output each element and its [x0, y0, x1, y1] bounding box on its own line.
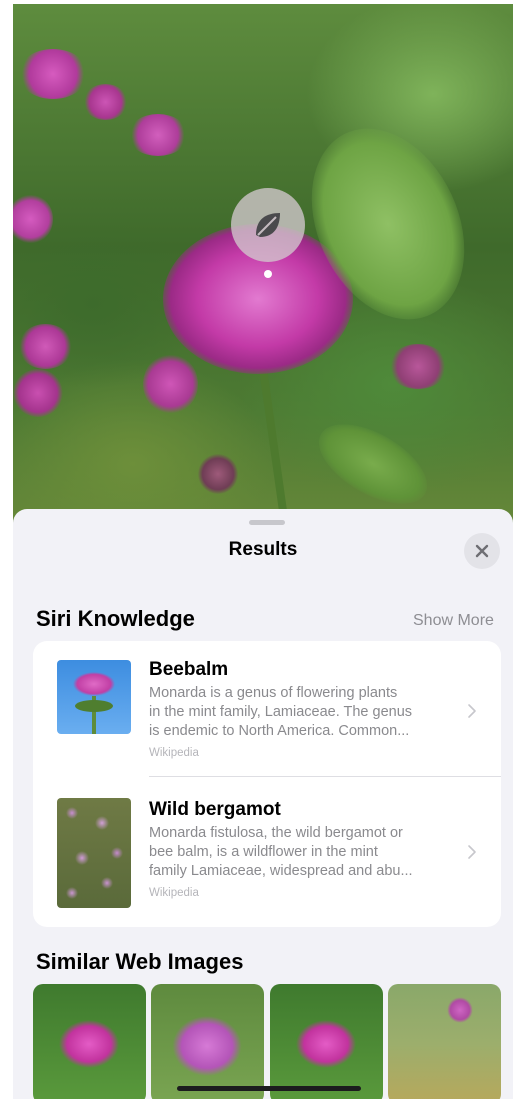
- row-divider: [149, 776, 501, 777]
- camera-photo: [13, 4, 513, 544]
- web-image-2[interactable]: [151, 984, 264, 1099]
- background-flower: [83, 84, 128, 120]
- similar-web-images-heading: Similar Web Images: [36, 949, 244, 974]
- siri-knowledge-heading: Siri Knowledge: [36, 606, 195, 631]
- visual-lookup-button[interactable]: [231, 188, 305, 262]
- description-line: Monarda fistulosa, the wild bergamot or: [149, 825, 403, 841]
- knowledge-description: Monarda is a genus of flowering plants i…: [149, 684, 447, 741]
- leaf: [306, 408, 440, 520]
- knowledge-source: Wikipedia: [149, 887, 199, 899]
- web-image-4[interactable]: [388, 984, 501, 1099]
- web-image-1[interactable]: [33, 984, 146, 1099]
- beebalm-thumbnail: [57, 660, 131, 734]
- wild-bergamot-thumbnail: [57, 798, 131, 908]
- knowledge-title: Wild bergamot: [149, 799, 281, 820]
- thumbnail-leaf: [75, 700, 113, 712]
- description-line: family Lamiaceae, widespread and abu...: [149, 863, 413, 879]
- results-sheet: Results Siri Knowledge Show More Beebalm…: [13, 509, 513, 1099]
- background-flower: [143, 354, 198, 414]
- leaf-icon: [256, 213, 280, 237]
- sheet-grabber[interactable]: [249, 520, 285, 525]
- knowledge-description: Monarda fistulosa, the wild bergamot or …: [149, 824, 447, 881]
- sheet-title: Results: [228, 539, 298, 560]
- xmark-icon: [475, 544, 489, 558]
- background-flower: [18, 324, 73, 369]
- siri-knowledge-card: Beebalm Monarda is a genus of flowering …: [33, 641, 501, 927]
- screen: Results Siri Knowledge Show More Beebalm…: [13, 4, 513, 1099]
- home-indicator[interactable]: [177, 1086, 361, 1091]
- knowledge-title: Beebalm: [149, 659, 229, 680]
- chevron-right-icon: [468, 845, 476, 859]
- chevron-right-icon: [468, 704, 476, 718]
- background-flower: [198, 454, 238, 494]
- background-flower: [388, 344, 448, 389]
- knowledge-source: Wikipedia: [149, 747, 199, 759]
- description-line: is endemic to North America. Common...: [149, 723, 410, 739]
- show-more-link[interactable]: Show More: [413, 612, 494, 630]
- background-flower: [18, 49, 88, 99]
- background-flower: [128, 114, 188, 156]
- background-flower: [13, 194, 53, 244]
- description-line: in the mint family, Lamiaceae. The genus: [149, 704, 413, 720]
- description-line: bee balm, is a wildflower in the mint: [149, 844, 378, 860]
- lookup-anchor-dot: [264, 270, 272, 278]
- background-flower: [13, 369, 63, 417]
- knowledge-row-wild-bergamot[interactable]: Wild bergamot Monarda fistulosa, the wil…: [33, 778, 501, 918]
- web-image-3[interactable]: [270, 984, 383, 1099]
- description-line: Monarda is a genus of flowering plants: [149, 685, 398, 701]
- close-button[interactable]: [464, 533, 500, 569]
- knowledge-row-beebalm[interactable]: Beebalm Monarda is a genus of flowering …: [33, 641, 501, 781]
